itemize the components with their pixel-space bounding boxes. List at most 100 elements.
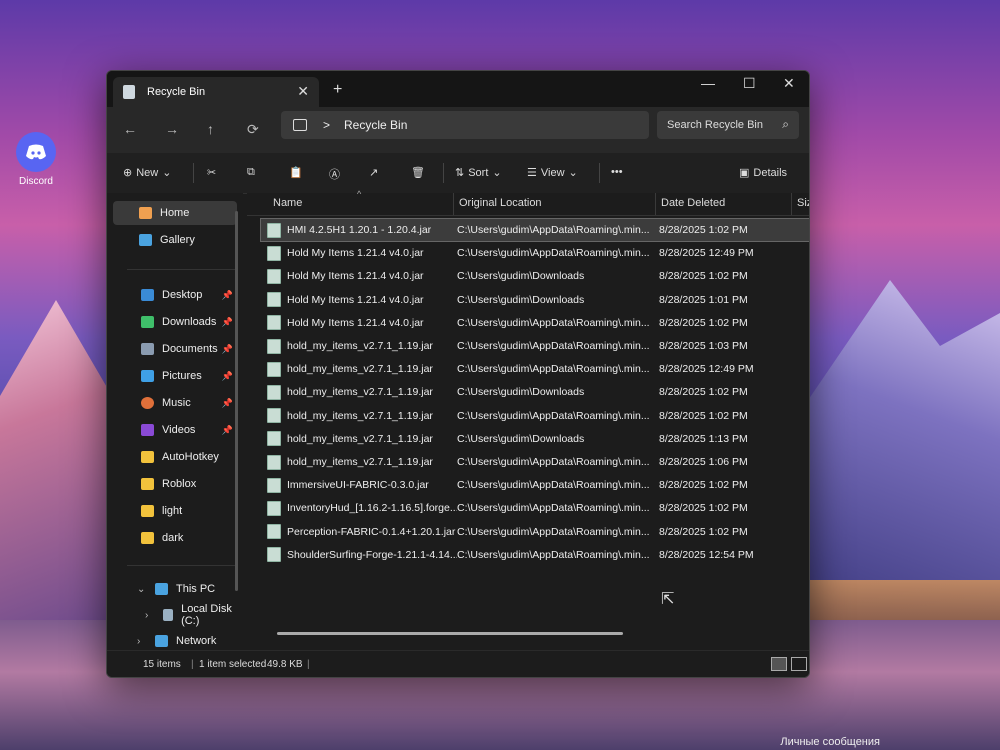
selection-size: 49.8 KB (267, 659, 303, 670)
sidebar-item-documents[interactable]: Documents 📌 (113, 337, 237, 361)
jar-file-icon (267, 524, 281, 540)
sidebar-item-videos[interactable]: Videos 📌 (113, 418, 237, 442)
chevron-down-icon: ⌄ (492, 167, 502, 179)
file-original-location: C:\Users\gudim\AppData\Roaming\.min... (457, 363, 650, 376)
file-name: hold_my_items_v2.7.1_1.19.jar (287, 456, 433, 468)
file-row[interactable]: Hold My Items 1.21.4 v4.0.jar C:\Users\gu… (261, 242, 809, 264)
sidebar-label: Roblox (162, 478, 197, 490)
sidebar-item-light[interactable]: light (113, 499, 237, 523)
horizontal-scrollbar[interactable] (277, 632, 623, 635)
sidebar-item-home[interactable]: Home (113, 201, 237, 225)
wallpaper-mountain-right (800, 280, 1000, 610)
file-row[interactable]: HMI 4.2.5H1 1.20.1 - 1.20.4.jar C:\Users\… (260, 218, 809, 242)
file-row[interactable]: ImmersiveUI-FABRIC-0.3.0.jar C:\Users\gud… (261, 474, 809, 496)
file-row[interactable]: hold_my_items_v2.7.1_1.19.jar C:\Users\gu… (261, 428, 809, 450)
jar-file-icon (267, 547, 281, 563)
maximize-button[interactable]: ☐ (743, 75, 756, 92)
tiles-view-icon[interactable] (791, 657, 807, 671)
folder-icon (141, 532, 154, 544)
file-original-location: C:\Users\gudim\AppData\Roaming\.min... (457, 548, 650, 561)
sidebar-label: light (162, 505, 183, 517)
column-divider[interactable] (791, 193, 792, 215)
file-row[interactable]: hold_my_items_v2.7.1_1.19.jar C:\Users\gu… (261, 405, 809, 427)
file-date-deleted: 8/28/2025 12:49 PM (659, 363, 754, 376)
column-size[interactable]: Size (797, 197, 809, 209)
file-row[interactable]: Hold My Items 1.21.4 v4.0.jar C:\Users\gu… (261, 265, 809, 287)
refresh-button[interactable]: ⟳ (247, 121, 259, 138)
sidebar-label: dark (162, 532, 184, 544)
jar-file-icon (267, 408, 281, 424)
sidebar-label: Pictures (162, 370, 202, 382)
column-date-deleted[interactable]: Date Deleted (661, 197, 725, 209)
copy-icon[interactable]: ⧉ (247, 166, 255, 179)
sidebar-item-local-disk[interactable]: › Local Disk (C:) (113, 603, 237, 627)
toolbar-divider (443, 163, 444, 183)
tab-close-icon[interactable]: ✕ (297, 83, 309, 100)
jar-file-icon (267, 222, 281, 238)
jar-file-icon (267, 384, 281, 400)
tab-recycle-bin[interactable]: Recycle Bin ✕ (113, 77, 319, 107)
pin-icon: 📌 (221, 397, 233, 408)
sidebar-scrollbar[interactable] (235, 211, 238, 591)
file-row[interactable]: ShoulderSurfing-Forge-1.21.1-4.14... C:\U… (261, 544, 809, 566)
file-row[interactable]: InventoryHud_[1.16.2-1.16.5].forge... C:\… (261, 497, 809, 519)
forward-button[interactable]: → (165, 121, 179, 137)
desktop-icon-discord[interactable]: Discord (12, 132, 60, 187)
jar-file-icon (267, 315, 281, 331)
title-bar: Recycle Bin ✕ + — ☐ ✕ (107, 71, 809, 107)
details-button[interactable]: ▣ Details (739, 166, 787, 180)
delete-icon[interactable]: 🗑 (411, 166, 425, 179)
pin-icon: 📌 (221, 343, 233, 354)
back-button[interactable]: ← (123, 121, 137, 137)
home-icon (139, 207, 152, 219)
minimize-button[interactable]: — (701, 75, 715, 91)
rename-icon[interactable]: Ⓐ (329, 166, 340, 182)
sidebar-item-music[interactable]: Music 📌 (113, 391, 237, 415)
column-divider[interactable] (453, 193, 454, 215)
sidebar-item-gallery[interactable]: Gallery (113, 228, 237, 252)
paste-icon[interactable]: 📋 (289, 166, 303, 179)
column-name[interactable]: Name (273, 197, 302, 209)
file-row[interactable]: hold_my_items_v2.7.1_1.19.jar C:\Users\gu… (261, 335, 809, 357)
file-original-location: C:\Users\gudim\AppData\Roaming\.min... (457, 409, 650, 422)
sidebar-item-this-pc[interactable]: ⌄ This PC (113, 577, 237, 601)
share-icon[interactable]: ↗ (369, 166, 378, 179)
new-button[interactable]: ⊕ New ⌄ (123, 166, 171, 180)
sidebar-item-desktop[interactable]: Desktop 📌 (113, 283, 237, 307)
sidebar-item-pictures[interactable]: Pictures 📌 (113, 364, 237, 388)
selection-count: 1 item selected (199, 659, 267, 670)
sidebar-item-downloads[interactable]: Downloads 📌 (113, 310, 237, 334)
file-date-deleted: 8/28/2025 12:54 PM (659, 548, 754, 561)
pin-icon: 📌 (221, 316, 233, 327)
view-button[interactable]: ☰ View ⌄ (527, 166, 578, 180)
sidebar-item-dark[interactable]: dark (113, 526, 237, 550)
close-window-button[interactable]: ✕ (783, 75, 795, 92)
file-name: Perception-FABRIC-0.1.4+1.20.1.jar (287, 525, 456, 538)
new-tab-button[interactable]: + (333, 81, 342, 99)
file-row[interactable]: Perception-FABRIC-0.1.4+1.20.1.jar C:\Use… (261, 521, 809, 543)
file-name: hold_my_items_v2.7.1_1.19.jar (287, 432, 433, 445)
search-box[interactable]: Search Recycle Bin ⌕ (657, 111, 799, 139)
file-row[interactable]: hold_my_items_v2.7.1_1.19.jar C:\Users\gu… (261, 358, 809, 380)
sidebar-item-roblox[interactable]: Roblox (113, 472, 237, 496)
file-row[interactable]: Hold My Items 1.21.4 v4.0.jar C:\Users\gu… (261, 289, 809, 311)
file-explorer-window: Recycle Bin ✕ + — ☐ ✕ ← → ↑ ⟳ > Recycle … (106, 70, 810, 678)
details-view-icon[interactable] (771, 657, 787, 671)
sidebar-item-autohotkey[interactable]: AutoHotkey (113, 445, 237, 469)
file-original-location: C:\Users\gudim\AppData\Roaming\.min... (457, 525, 650, 538)
desktop-folder-icon (141, 289, 154, 301)
address-location: Recycle Bin (344, 118, 408, 132)
cut-icon[interactable]: ✂ (207, 166, 216, 179)
more-options-button[interactable]: ••• (611, 166, 623, 178)
sort-button[interactable]: ⇅ Sort ⌄ (455, 166, 502, 180)
sort-icon: ⇅ (455, 167, 465, 179)
column-divider[interactable] (655, 193, 656, 215)
navigation-pane: Home Gallery Desktop 📌 Downloads 📌 Docum… (107, 193, 243, 647)
address-bar[interactable]: > Recycle Bin (281, 111, 649, 139)
file-row[interactable]: hold_my_items_v2.7.1_1.19.jar C:\Users\gu… (261, 381, 809, 403)
file-row[interactable]: Hold My Items 1.21.4 v4.0.jar C:\Users\gu… (261, 312, 809, 334)
column-original-location[interactable]: Original Location (459, 197, 542, 209)
up-button[interactable]: ↑ (207, 121, 214, 137)
file-row[interactable]: hold_my_items_v2.7.1_1.19.jar C:\Users\gu… (261, 451, 809, 473)
chevron-down-icon: ⌄ (568, 167, 578, 179)
